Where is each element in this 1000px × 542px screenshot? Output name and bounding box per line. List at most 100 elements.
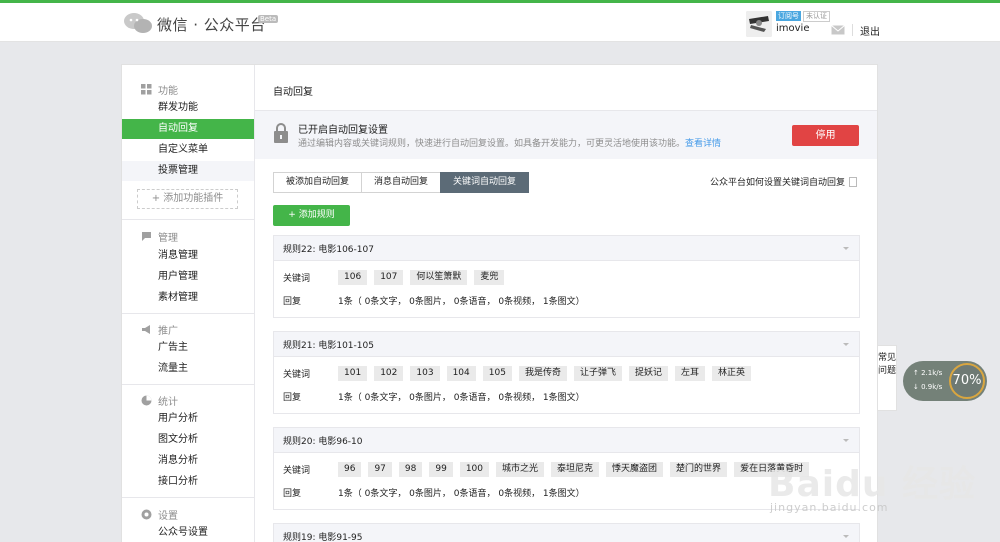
rule-header[interactable]: 规则22: 电影106-107 <box>274 236 859 261</box>
logout-link[interactable]: 退出 <box>860 23 880 38</box>
disable-button[interactable]: 停用 <box>792 125 859 146</box>
chevron-down-icon[interactable] <box>843 535 849 538</box>
sidebar-item-materials[interactable]: 素材管理 <box>122 288 254 308</box>
rule-card: 规则22: 电影106-107 关键词 106 107 何以笙箫默 麦兜 回复 … <box>273 235 860 318</box>
keyword-tag: 捉妖记 <box>628 366 668 381</box>
lock-icon <box>274 123 288 143</box>
sidebar-divider <box>122 497 254 498</box>
howto-text[interactable]: 公众平台如何设置关键词自动回复 <box>710 175 845 188</box>
sidebar-group-label: 设置 <box>158 511 178 522</box>
down-arrow-icon: ↓ <box>913 383 922 391</box>
keyword-tag: 我是传奇 <box>518 366 567 381</box>
reply-label: 回复 <box>283 489 302 499</box>
rule-header[interactable]: 规则21: 电影101-105 <box>274 332 859 357</box>
sidebar-item-user-analysis[interactable]: 用户分析 <box>122 409 254 429</box>
keyword-tag: 105 <box>482 366 512 381</box>
keyword-tag: 98 <box>398 462 423 477</box>
add-rule-label: 添加规则 <box>298 210 335 220</box>
avatar[interactable] <box>746 11 772 37</box>
account-type-badge: 订阅号 <box>776 11 801 21</box>
megaphone-icon <box>142 325 150 334</box>
sidebar-group-manage: 管理 <box>141 229 178 244</box>
sidebar-group-label: 功能 <box>158 86 178 97</box>
mail-icon[interactable] <box>831 25 845 35</box>
notice-description: 通过编辑内容或关键词规则，快速进行自动回复设置。如具备开发能力，可更灵活地使用该… <box>298 136 721 149</box>
watermark-brand: Baidu 经验 <box>768 464 977 505</box>
chevron-down-icon[interactable] <box>843 343 849 346</box>
sidebar-item-account-settings[interactable]: 公众号设置 <box>122 523 254 542</box>
sidebar-group-stats: 统计 <box>141 393 178 408</box>
rule-title: 规则19: 电影91-95 <box>283 533 363 542</box>
keyword-tag: 106 <box>338 270 368 285</box>
header-separator <box>852 24 853 36</box>
keyword-tag: 左耳 <box>674 366 705 381</box>
tab-message-reply[interactable]: 消息自动回复 <box>361 172 442 193</box>
sidebar-item-auto-reply[interactable]: 自动回复 <box>122 119 254 139</box>
howto-link[interactable]: 公众平台如何设置关键词自动回复 <box>710 175 858 188</box>
reply-row: 回复 1条（ 0条文字， 0条图片， 0条语音， 0条视频， 1条图文） <box>283 486 585 499</box>
reply-summary: 1条（ 0条文字， 0条图片， 0条语音， 0条视频， 1条图文） <box>338 297 585 307</box>
reply-summary: 1条（ 0条文字， 0条图片， 0条语音， 0条视频， 1条图文） <box>338 393 585 403</box>
plus-icon: + <box>288 210 299 220</box>
reply-row: 回复 1条（ 0条文字， 0条图片， 0条语音， 0条视频， 1条图文） <box>283 390 585 403</box>
upload-speed: ↑ 2.1k/s <box>913 369 942 377</box>
gear-icon <box>141 509 152 520</box>
rule-title: 规则21: 电影101-105 <box>283 341 374 351</box>
keyword-label: 关键词 <box>283 274 311 284</box>
watermark-url: jingyan.baidu.com <box>770 501 889 514</box>
sidebar-item-api-analysis[interactable]: 接口分析 <box>122 472 254 492</box>
keyword-tag: 城市之光 <box>496 462 545 477</box>
top-header: 微信 · 公众平台 Beta 订阅号 未认证 imovie 退出 <box>0 3 1000 42</box>
rule-header[interactable]: 规则20: 电影96-10 <box>274 428 859 453</box>
sidebar-divider <box>122 313 254 314</box>
reply-label: 回复 <box>283 393 302 403</box>
keyword-row: 关键词 101 102 103 104 105 我是传奇 让子弹飞 捉妖记 左耳… <box>283 366 758 381</box>
platform-title[interactable]: 微信 · 公众平台 <box>157 14 266 35</box>
username[interactable]: imovie <box>776 23 810 34</box>
add-plugin-button[interactable]: + 添加功能插件 <box>137 189 238 209</box>
upload-speed-value: 2.1k/s <box>921 369 943 377</box>
keyword-tag: 让子弹飞 <box>573 366 622 381</box>
view-details-link[interactable]: 查看详情 <box>685 139 721 149</box>
chevron-down-icon[interactable] <box>843 247 849 250</box>
notice-desc-text: 通过编辑内容或关键词规则，快速进行自动回复设置。如具备开发能力，可更灵活地使用该… <box>298 139 686 149</box>
rule-title: 规则20: 电影96-10 <box>283 437 363 447</box>
keyword-tag: 悸天魔盗团 <box>606 462 664 477</box>
keyword-tag: 楚门的世界 <box>670 462 728 477</box>
add-rule-button[interactable]: + 添加规则 <box>273 205 350 226</box>
sidebar-group-label: 推广 <box>158 326 178 337</box>
keyword-tag: 102 <box>374 366 404 381</box>
keyword-label: 关键词 <box>283 466 311 476</box>
sidebar-item-message-analysis[interactable]: 消息分析 <box>122 451 254 471</box>
sidebar-item-custom-menu[interactable]: 自定义菜单 <box>122 140 254 160</box>
faq-button[interactable]: 常见问题 <box>877 345 897 411</box>
sidebar-item-advertiser[interactable]: 广告主 <box>122 338 254 358</box>
sidebar: 功能 群发功能 自动回复 自定义菜单 投票管理 + 添加功能插件 管理 消息管理… <box>122 65 255 542</box>
rule-title: 规则22: 电影106-107 <box>283 245 374 255</box>
grid-icon <box>141 84 152 95</box>
sidebar-item-article-analysis[interactable]: 图文分析 <box>122 430 254 450</box>
network-speed-widget[interactable]: ↑ 2.1k/s ↓ 0.9k/s 70% <box>903 361 987 401</box>
sidebar-group-label: 统计 <box>158 397 178 408</box>
reply-row: 回复 1条（ 0条文字， 0条图片， 0条语音， 0条视频， 1条图文） <box>283 294 585 307</box>
sidebar-group-function: 功能 <box>141 82 178 97</box>
sidebar-divider <box>122 219 254 220</box>
download-speed: ↓ 0.9k/s <box>913 383 942 391</box>
sidebar-divider <box>122 384 254 385</box>
reply-summary: 1条（ 0条文字， 0条图片， 0条语音， 0条视频， 1条图文） <box>338 489 585 499</box>
sidebar-item-vote[interactable]: 投票管理 <box>122 161 254 181</box>
download-speed-value: 0.9k/s <box>921 383 943 391</box>
keyword-tag: 101 <box>338 366 368 381</box>
sidebar-item-mass-send[interactable]: 群发功能 <box>122 98 254 118</box>
sidebar-item-users[interactable]: 用户管理 <box>122 267 254 287</box>
keyword-tag: 104 <box>446 366 476 381</box>
tab-added-reply[interactable]: 被添加自动回复 <box>273 172 363 193</box>
keyword-tag: 103 <box>410 366 440 381</box>
chevron-down-icon[interactable] <box>843 439 849 442</box>
sidebar-item-messages[interactable]: 消息管理 <box>122 246 254 266</box>
wechat-logo-icon <box>124 13 152 33</box>
pie-icon <box>141 395 152 406</box>
sidebar-item-traffic-owner[interactable]: 流量主 <box>122 359 254 379</box>
keyword-tag: 107 <box>374 270 404 285</box>
tab-keyword-reply[interactable]: 关键词自动回复 <box>440 172 530 193</box>
